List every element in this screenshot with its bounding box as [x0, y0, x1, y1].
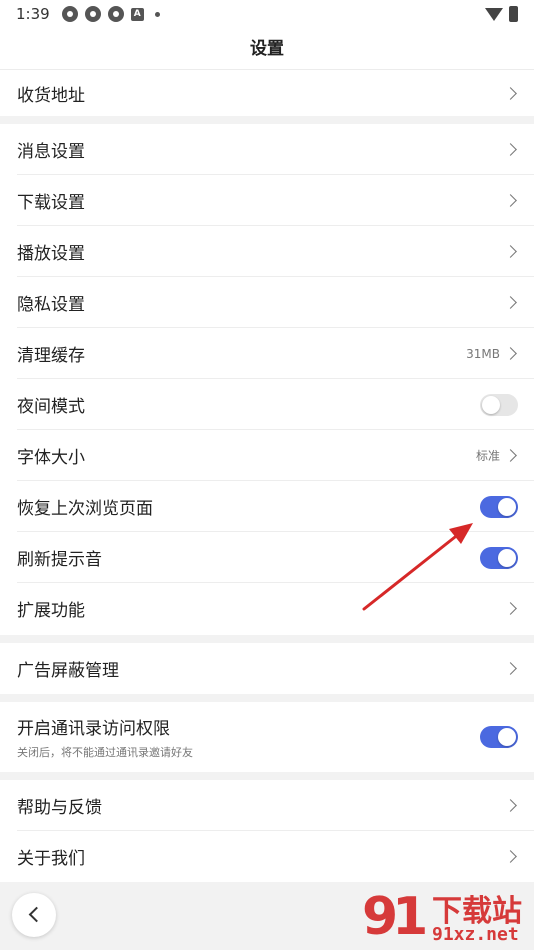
- watermark: 91 下载站 91xz.net: [362, 884, 534, 950]
- annotation-arrow: [362, 523, 473, 611]
- watermark-url: 91xz.net: [432, 924, 519, 945]
- watermark-logo: 91: [362, 887, 428, 947]
- annotation-arrow-head: [449, 523, 473, 544]
- annotation-arrow-shaft: [362, 535, 457, 611]
